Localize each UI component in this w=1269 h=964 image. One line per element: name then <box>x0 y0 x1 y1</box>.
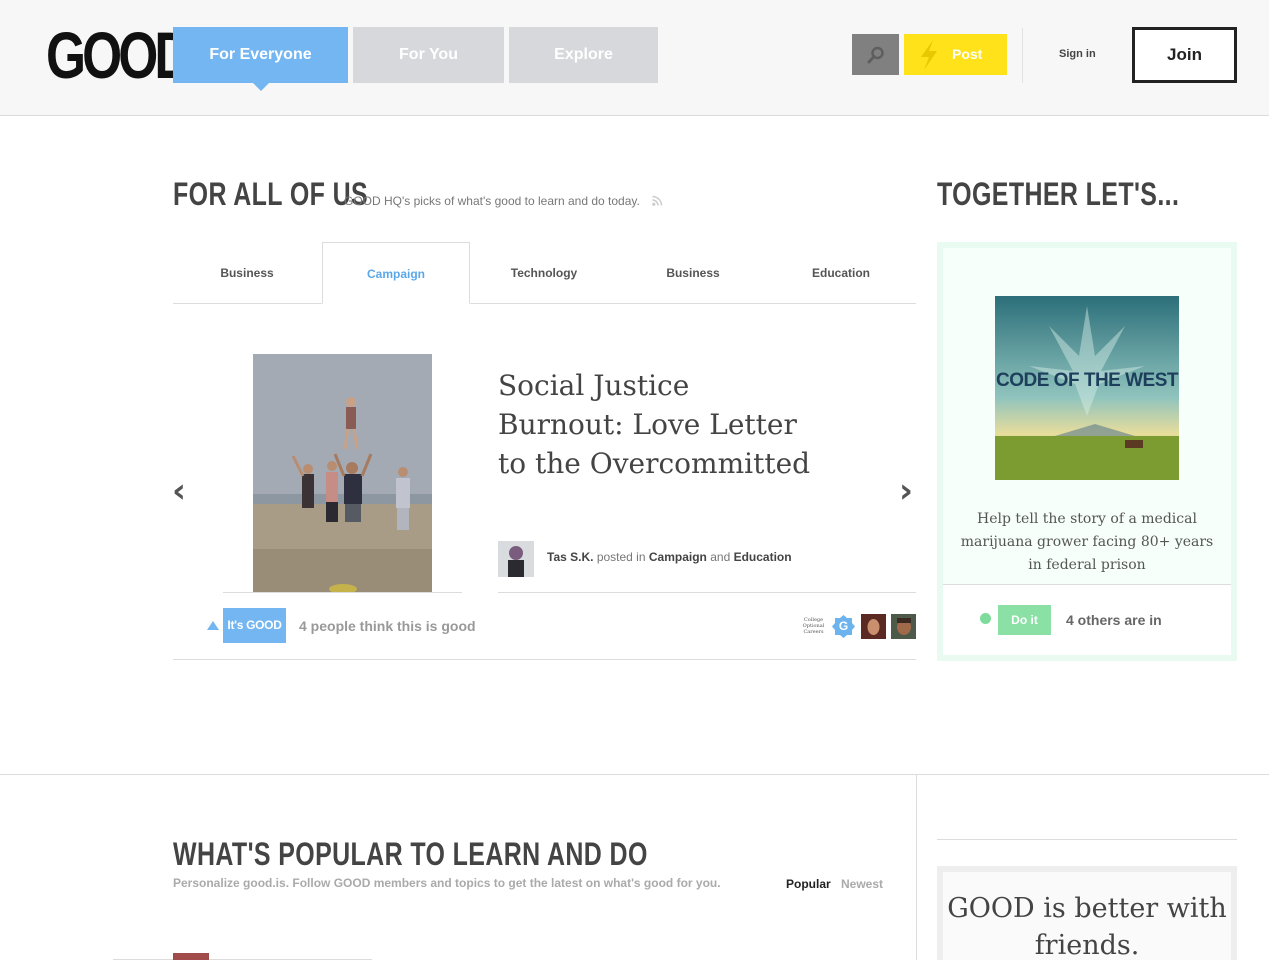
article-byline: Tas S.K. posted in Campaign and Educatio… <box>547 550 792 564</box>
post-button[interactable]: Post <box>904 34 1007 75</box>
feature-section-subtitle: GOOD HQ's picks of what's good to learn … <box>344 194 640 208</box>
topic-tab-campaign[interactable]: Campaign <box>322 242 470 304</box>
lightning-bolt-icon <box>921 40 937 70</box>
sort-popular-tab[interactable]: Popular <box>786 877 831 891</box>
its-good-button[interactable]: It's GOOD <box>223 608 286 643</box>
topic-tabs: Business Campaign Technology Business Ed… <box>173 242 916 304</box>
topic-tab-education[interactable]: Education <box>767 242 915 304</box>
supporter-avatar-woman[interactable] <box>861 614 886 639</box>
author-name[interactable]: Tas S.K. <box>547 550 593 564</box>
others-in-text: 4 others are in <box>1066 612 1162 628</box>
friends-card-text: GOOD is better with friends. <box>947 893 1227 961</box>
sort-newest-tab[interactable]: Newest <box>841 877 883 891</box>
popular-section-title: WHAT'S POPULAR TO LEARN AND DO <box>173 836 648 872</box>
article-photo[interactable] <box>253 354 432 593</box>
tab-for-everyone[interactable]: For Everyone <box>173 27 348 91</box>
topic-tab-business-2[interactable]: Business <box>619 242 767 304</box>
topic-tab-business[interactable]: Business <box>173 242 321 304</box>
search-icon <box>867 46 884 63</box>
author-avatar[interactable] <box>498 541 534 577</box>
status-dot-icon <box>980 613 991 624</box>
join-button[interactable]: Join <box>1132 27 1237 83</box>
campaign-image-title: CODE OF THE WEST <box>996 370 1179 391</box>
upvote-arrow-icon[interactable] <box>207 621 219 630</box>
section-divider <box>0 774 1269 775</box>
good-logo[interactable]: GOOD <box>46 22 192 88</box>
supporter-avatar-good[interactable]: G <box>831 614 856 639</box>
popular-item-thumbnail[interactable] <box>173 953 209 960</box>
topic-tab-technology[interactable]: Technology <box>470 242 618 304</box>
good-count-text: 4 people think this is good <box>299 618 476 634</box>
column-divider <box>916 775 917 960</box>
supporter-avatar-man[interactable] <box>891 614 916 639</box>
search-button[interactable] <box>852 34 899 75</box>
do-it-button[interactable]: Do it <box>998 605 1051 635</box>
popular-section-subtitle: Personalize good.is. Follow GOOD members… <box>173 876 721 890</box>
sign-in-link[interactable]: Sign in <box>1059 48 1096 60</box>
campaign-description[interactable]: Help tell the story of a medical marijua… <box>955 508 1219 577</box>
college-optional-logo-text: College Optional Careers <box>802 617 825 635</box>
together-section-title: TOGETHER LET'S... <box>937 176 1180 212</box>
supporter-avatar-college-optional[interactable]: College Optional Careers <box>801 614 826 639</box>
good-badge-icon: G <box>838 619 849 633</box>
category-link-campaign[interactable]: Campaign <box>649 550 707 564</box>
photo-divider <box>223 592 462 593</box>
and-text: and <box>710 550 731 564</box>
site-header: GOOD For Everyone For You Explore Post S… <box>0 0 1269 116</box>
post-label: Post <box>952 46 983 62</box>
sidebar-divider <box>937 839 1237 840</box>
prev-arrow-button[interactable]: ‹ <box>172 474 186 508</box>
feature-bottom-divider <box>173 659 916 660</box>
next-arrow-button[interactable]: › <box>899 474 913 508</box>
category-link-education[interactable]: Education <box>734 550 792 564</box>
tab-explore[interactable]: Explore <box>509 27 658 83</box>
article-title[interactable]: Social Justice Burnout: Love Letter to t… <box>498 366 818 483</box>
rss-icon[interactable] <box>652 195 663 206</box>
tab-for-you[interactable]: For You <box>353 27 504 83</box>
campaign-image[interactable]: CODE OF THE WEST <box>995 296 1179 480</box>
posted-in-text: posted in <box>596 550 646 564</box>
feature-section-title: FOR ALL OF US <box>173 176 369 212</box>
header-divider <box>1022 28 1023 83</box>
article-divider <box>498 592 916 593</box>
